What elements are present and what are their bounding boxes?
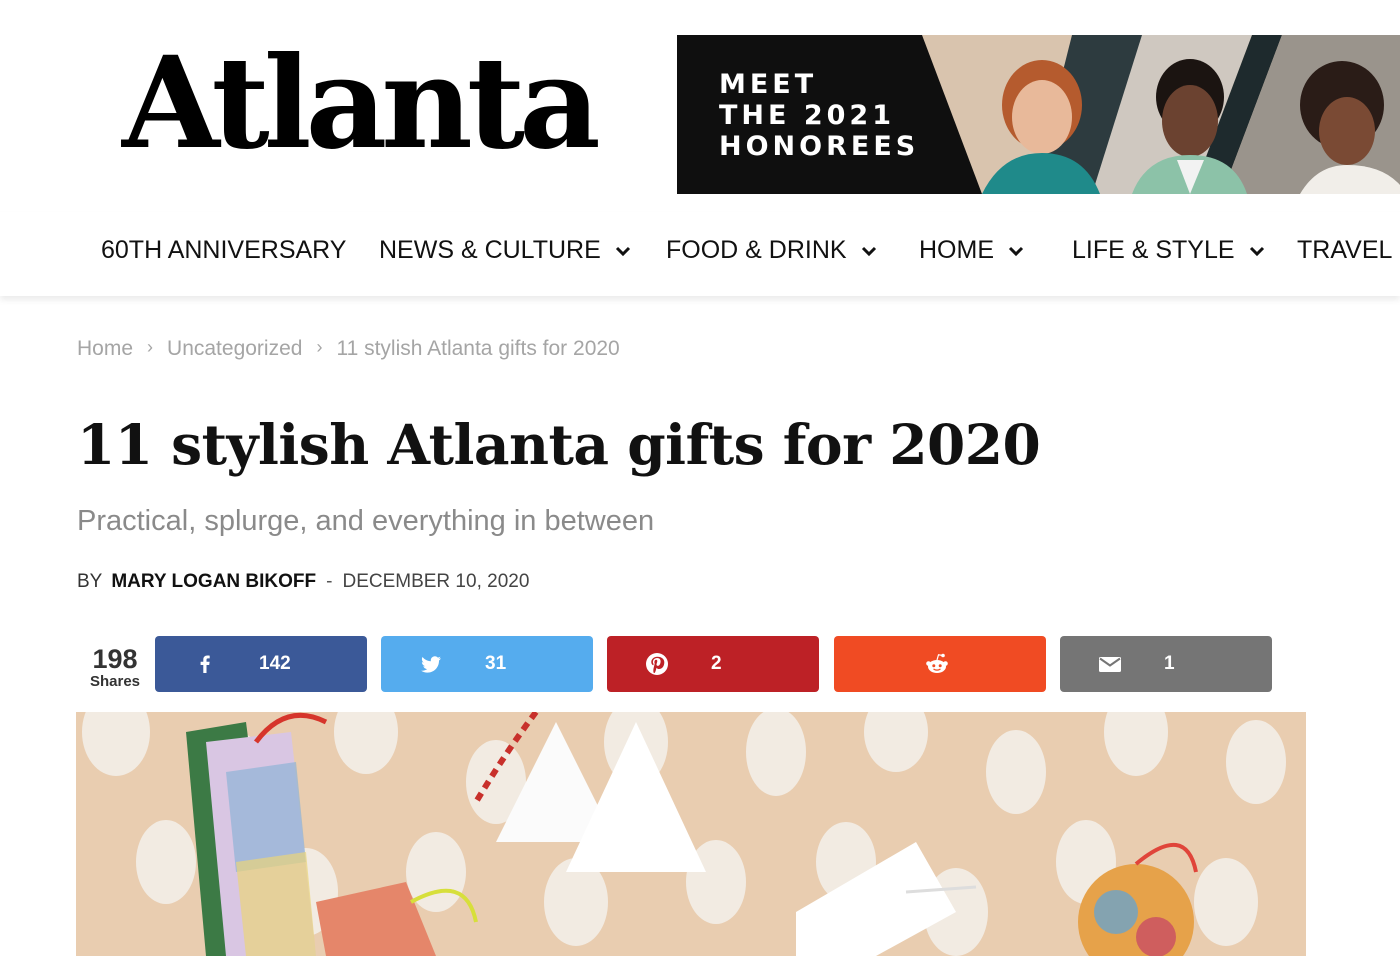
main-nav: 60TH ANNIVERSARY NEWS & CULTURE FOOD & D… [0, 212, 1400, 296]
facebook-share-button[interactable]: 142 [155, 636, 367, 692]
chevron-down-icon [861, 246, 876, 256]
article-title: 11 stylish Atlanta gifts for 2020 [77, 412, 1041, 477]
chevron-down-icon [1008, 246, 1024, 256]
nav-item-life-style[interactable]: LIFE & STYLE [1072, 236, 1265, 265]
byline-separator: - [326, 571, 333, 592]
nav-item-label: FOOD & DRINK [666, 236, 847, 264]
nav-item-60th-anniversary[interactable]: 60TH ANNIVERSARY [101, 236, 346, 265]
pinterest-share-button[interactable]: 2 [607, 636, 819, 692]
nav-item-home[interactable]: HOME [919, 236, 1024, 265]
share-count: 1 [1164, 653, 1175, 674]
share-total-count: 198 [92, 644, 138, 674]
breadcrumb-separator: › [316, 337, 323, 357]
nav-item-label: TRAVEL [1297, 236, 1393, 264]
nav-item-label: NEWS & CULTURE [379, 236, 601, 264]
site-logo[interactable]: Atlanta [122, 40, 601, 166]
share-total: 198 Shares [82, 645, 148, 691]
gift-tags-photo [76, 712, 1306, 956]
share-count: 2 [711, 653, 722, 674]
breadcrumb-category[interactable]: Uncategorized [167, 337, 302, 361]
pinterest-icon [646, 653, 668, 675]
nav-item-label: LIFE & STYLE [1072, 236, 1235, 264]
banner-text: MEET THE 2021 HONOREES [719, 69, 920, 162]
nav-item-news-culture[interactable]: NEWS & CULTURE [379, 236, 631, 265]
nav-item-label: HOME [919, 236, 994, 264]
nav-item-label: 60TH ANNIVERSARY [101, 236, 347, 264]
chevron-down-icon [1249, 246, 1264, 256]
article-hero-image [76, 712, 1306, 956]
reddit-icon [926, 653, 948, 673]
breadcrumb-current: 11 stylish Atlanta gifts for 2020 [336, 337, 620, 360]
email-icon [1099, 657, 1121, 672]
share-total-label: Shares [89, 673, 141, 690]
publish-date: DECEMBER 10, 2020 [342, 571, 530, 592]
nav-item-travel[interactable]: TRAVEL [1297, 236, 1400, 265]
share-count: 142 [259, 653, 291, 674]
facebook-icon [200, 655, 210, 673]
reddit-share-button[interactable] [834, 636, 1046, 692]
breadcrumb: Home › Uncategorized › 11 stylish Atlant… [77, 337, 620, 361]
article-byline: BY MARY LOGAN BIKOFF - DECEMBER 10, 2020 [77, 571, 529, 593]
twitter-share-button[interactable]: 31 [381, 636, 593, 692]
author-link[interactable]: MARY LOGAN BIKOFF [111, 571, 316, 593]
nav-item-food-drink[interactable]: FOOD & DRINK [666, 236, 877, 265]
twitter-icon [421, 656, 441, 673]
share-count: 31 [485, 653, 507, 674]
honorees-photos [922, 35, 1400, 194]
chevron-down-icon [615, 246, 630, 256]
email-share-button[interactable]: 1 [1060, 636, 1272, 692]
breadcrumb-home[interactable]: Home [77, 337, 133, 361]
byline-by-label: BY [77, 571, 103, 592]
breadcrumb-separator: › [147, 337, 154, 357]
honorees-banner-ad[interactable]: MEET THE 2021 HONOREES [677, 35, 1400, 194]
article-subtitle: Practical, splurge, and everything in be… [77, 505, 655, 537]
